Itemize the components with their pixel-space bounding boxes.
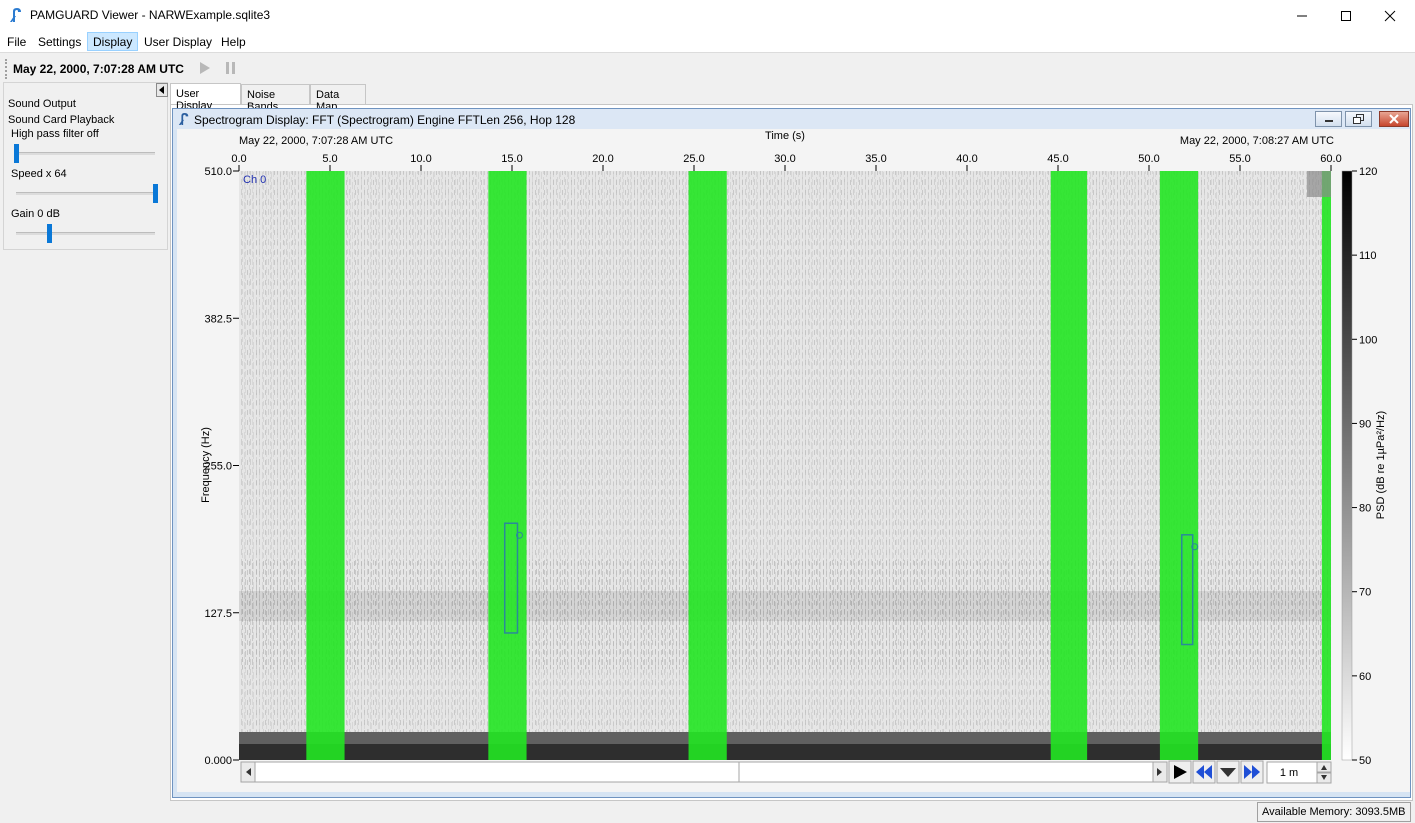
colorbar-tick-label: 90	[1359, 418, 1371, 430]
y-tick-label: 382.5	[204, 313, 232, 325]
end-time-label: May 22, 2000, 7:08:27 AM UTC	[1180, 135, 1334, 147]
x-tick-label: 45.0	[1047, 153, 1068, 165]
tab-noise-bands[interactable]: Noise Bands	[241, 84, 310, 113]
filter-slider-track	[16, 152, 155, 155]
x-tick-label: 25.0	[683, 153, 704, 165]
close-icon	[1384, 10, 1396, 21]
x-tick-label: 10.0	[410, 153, 431, 165]
x-tick-label: 20.0	[592, 153, 613, 165]
x-tick-label: 50.0	[1138, 153, 1159, 165]
tab-data-map[interactable]: Data Map	[310, 84, 366, 113]
menu-help[interactable]: Help	[216, 32, 251, 51]
x-axis: 0.0 5.0 10.0 15.0 20.0 25.0 30.0 35.0 40.0 45.0 50…	[231, 153, 1342, 171]
restore-icon	[1352, 114, 1364, 124]
x-tick-label: 35.0	[865, 153, 886, 165]
minimize-icon	[1324, 120, 1333, 122]
x-tick-label: 30.0	[774, 153, 795, 165]
memory-status: Available Memory: 3093.5MB	[1257, 802, 1411, 822]
frame-close-button[interactable]	[1379, 111, 1409, 127]
collapse-panel-button[interactable]	[156, 83, 168, 97]
pause-icon	[226, 62, 235, 74]
pamguard-logo-icon	[9, 7, 23, 26]
speed-label: Speed x 64	[11, 168, 67, 180]
spectrogram-frame-title: Spectrogram Display: FFT (Spectrogram) E…	[194, 113, 576, 127]
highlight-band	[1321, 171, 1331, 760]
toolbar-grip[interactable]	[5, 59, 7, 79]
gain-label: Gain 0 dB	[11, 208, 60, 220]
close-button[interactable]	[1367, 0, 1413, 31]
highlight-band	[688, 171, 727, 760]
pause-button[interactable]	[225, 61, 237, 78]
colorbar-tick-label: 80	[1359, 503, 1371, 515]
spectrogram-frame-titlebar[interactable]: Spectrogram Display: FFT (Spectrogram) E…	[173, 109, 1410, 130]
sound-output-panel: Sound Output Sound Card Playback High pa…	[3, 82, 168, 250]
scrollbar-thumb[interactable]	[254, 761, 740, 783]
colorbar-tick-label: 100	[1359, 334, 1377, 346]
speed-slider[interactable]	[153, 184, 158, 203]
gain-slider-track	[16, 232, 155, 235]
minimize-button[interactable]	[1279, 0, 1325, 31]
chevron-left-icon	[159, 86, 164, 94]
close-icon	[1389, 114, 1399, 124]
colorbar-tick-label: 110	[1359, 250, 1377, 262]
spectrogram-chart[interactable]: May 22, 2000, 7:07:28 AM UTC May 22, 200…	[177, 129, 1410, 792]
menu-file[interactable]: File	[2, 32, 31, 51]
toolbar: May 22, 2000, 7:07:28 AM UTC	[0, 52, 1415, 82]
play-icon	[200, 62, 210, 74]
title-bar: PAMGUARD Viewer - NARWExample.sqlite3	[0, 0, 1415, 31]
start-time-label: May 22, 2000, 7:07:28 AM UTC	[239, 135, 393, 147]
colorbar-tick-label: 70	[1359, 587, 1371, 599]
time-window-value: 1 m	[1280, 767, 1298, 779]
menu-display[interactable]: Display	[87, 32, 139, 51]
colorbar-tick-label: 60	[1359, 671, 1371, 683]
colorbar	[1341, 170, 1353, 761]
maximize-icon	[1341, 10, 1351, 21]
speed-slider-track	[16, 192, 155, 195]
x-tick-label: 40.0	[956, 153, 977, 165]
menu-user-display[interactable]: User Display	[139, 32, 217, 51]
x-tick-label: 55.0	[1229, 153, 1250, 165]
y-tick-label: 510.0	[204, 166, 232, 178]
minimize-icon	[1297, 15, 1307, 16]
channel-label: Ch 0	[243, 174, 266, 186]
sound-output-heading: Sound Output	[8, 98, 76, 110]
frame-minimize-button[interactable]	[1315, 111, 1342, 127]
x-tick-label: 0.0	[231, 153, 246, 165]
colorbar-axis: 120 110 100 90 80 70 60 50	[1352, 166, 1377, 767]
highlight-band	[306, 171, 345, 760]
gain-slider[interactable]	[47, 224, 53, 243]
y-axis-title: Frequency (Hz)	[200, 427, 212, 503]
highlight-band	[488, 171, 527, 760]
sound-card-label: Sound Card Playback	[8, 114, 115, 126]
filter-label: High pass filter off	[11, 128, 99, 140]
spectrogram-panel: May 22, 2000, 7:07:28 AM UTC May 22, 200…	[177, 129, 1410, 792]
y-tick-label: 0.000	[204, 755, 232, 767]
x-tick-label: 15.0	[501, 153, 522, 165]
y-tick-label: 127.5	[204, 608, 232, 620]
colorbar-title: PSD (dB re 1µPa²/Hz)	[1375, 411, 1387, 519]
colorbar-tick-label: 120	[1359, 166, 1377, 178]
x-tick-label: 60.0	[1320, 153, 1341, 165]
play-button[interactable]	[199, 61, 211, 78]
current-time: May 22, 2000, 7:07:28 AM UTC	[13, 62, 184, 76]
filter-slider[interactable]	[14, 144, 19, 163]
maximize-button[interactable]	[1323, 0, 1369, 31]
frame-restore-button[interactable]	[1345, 111, 1372, 127]
status-bar	[0, 801, 1415, 823]
menu-settings[interactable]: Settings	[33, 32, 86, 51]
corner-overlay	[1307, 171, 1331, 197]
x-axis-title: Time (s)	[765, 130, 805, 142]
highlight-band	[1159, 171, 1199, 760]
x-tick-label: 5.0	[322, 153, 337, 165]
highlight-band	[1050, 171, 1088, 760]
colorbar-tick-label: 50	[1359, 755, 1371, 767]
window-title: PAMGUARD Viewer - NARWExample.sqlite3	[30, 8, 271, 22]
tab-user-display[interactable]: User Display	[170, 83, 241, 112]
frame-logo-icon	[178, 112, 190, 129]
menu-bar: File Settings Display User Display Help	[0, 31, 1415, 52]
